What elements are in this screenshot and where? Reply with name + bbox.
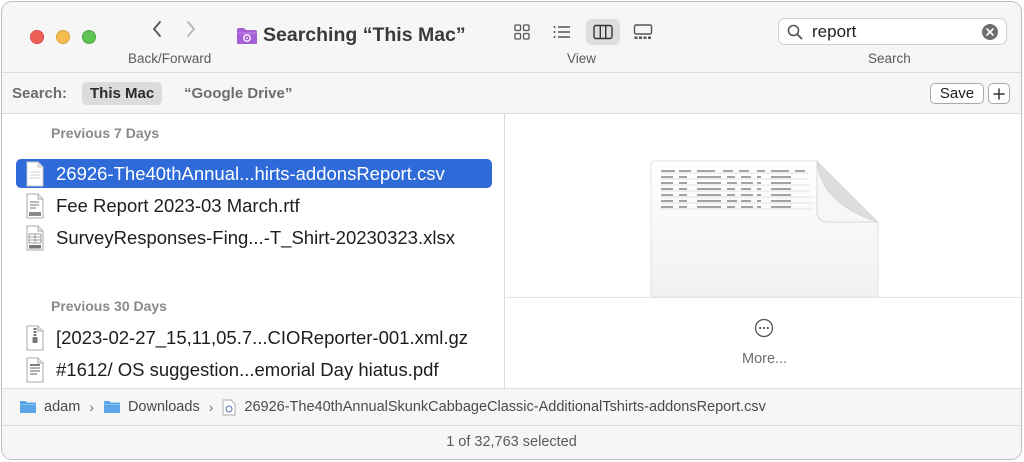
search-scope-bar: Search: This Mac “Google Drive” Save bbox=[2, 73, 1021, 114]
close-window-button[interactable] bbox=[30, 30, 44, 44]
status-bar: 1 of 32,763 selected bbox=[2, 426, 1021, 459]
toolbar: Back/Forward Searching “This Mac” View r… bbox=[2, 2, 1021, 73]
scope-this-mac-button[interactable]: This Mac bbox=[82, 82, 163, 105]
crumb-label: adam bbox=[44, 399, 81, 415]
file-name: SurveyResponses-Fing...-T_Shirt-20230323… bbox=[56, 226, 455, 248]
xlsx-document-icon bbox=[26, 225, 44, 250]
scope-google-drive-button[interactable]: “Google Drive” bbox=[176, 82, 300, 105]
more-button-label[interactable]: More... bbox=[742, 351, 787, 367]
search-results-list: Previous 7 Days 26926-The40thAnnual...hi… bbox=[2, 114, 505, 388]
plus-icon bbox=[993, 87, 1005, 100]
back-button[interactable] bbox=[146, 18, 168, 40]
chevron-left-icon bbox=[153, 21, 161, 37]
preview-pane: More... bbox=[506, 114, 1021, 388]
folder-icon bbox=[103, 401, 120, 413]
smart-folder-icon bbox=[237, 27, 257, 44]
archive-document-icon bbox=[26, 325, 44, 350]
list-item[interactable]: 26926-The40thAnnual...hirts-addonsReport… bbox=[16, 159, 492, 188]
rtf-document-icon bbox=[26, 193, 44, 218]
list-item[interactable]: Fee Report 2023-03 March.rtf bbox=[16, 191, 492, 220]
add-criteria-button[interactable] bbox=[988, 83, 1010, 104]
file-name: Fee Report 2023-03 March.rtf bbox=[56, 194, 300, 216]
scope-label: Search: bbox=[12, 85, 68, 102]
section-header: Previous 7 Days bbox=[51, 125, 160, 141]
csv-document-icon bbox=[26, 161, 44, 186]
list-item[interactable]: [2023-02-27_15,11,05.7...CIOReporter-001… bbox=[16, 323, 492, 352]
section-header: Previous 30 Days bbox=[51, 298, 167, 314]
column-view-button[interactable] bbox=[586, 19, 620, 45]
chevron-right-icon: › bbox=[208, 399, 214, 415]
search-field[interactable] bbox=[778, 18, 1007, 45]
path-bar: adam › Downloads › 26926-The40thAnnualSk… bbox=[2, 388, 1021, 426]
search-label: Search bbox=[868, 51, 911, 66]
icon-view-button[interactable] bbox=[505, 19, 539, 45]
icon-grid-icon bbox=[514, 24, 530, 40]
gallery-view-button[interactable] bbox=[626, 19, 660, 45]
chevron-right-icon bbox=[187, 21, 195, 37]
list-item[interactable]: #1612/ OS suggestion...emorial Day hiatu… bbox=[16, 355, 492, 384]
columns-icon bbox=[593, 24, 613, 40]
close-icon bbox=[986, 28, 994, 36]
gallery-icon bbox=[633, 24, 653, 39]
path-crumb-home[interactable]: adam bbox=[19, 399, 80, 415]
forward-button[interactable] bbox=[180, 18, 202, 40]
pdf-document-icon bbox=[26, 357, 44, 382]
path-crumb-file[interactable]: 26926-The40thAnnualSkunkCabbageClassic-A… bbox=[222, 399, 766, 416]
save-search-button[interactable]: Save bbox=[930, 83, 984, 104]
back-forward-label: Back/Forward bbox=[128, 51, 212, 66]
preview-divider bbox=[506, 297, 1021, 298]
chevron-right-icon: › bbox=[89, 399, 94, 415]
zoom-window-button[interactable] bbox=[82, 30, 96, 44]
magnifier-icon bbox=[787, 24, 803, 40]
crumb-label: Downloads bbox=[127, 399, 200, 415]
list-lines-icon bbox=[553, 26, 570, 38]
search-input[interactable] bbox=[812, 21, 972, 43]
view-label: View bbox=[567, 51, 597, 66]
path-crumb-downloads[interactable]: Downloads bbox=[103, 399, 200, 415]
clear-search-button[interactable] bbox=[982, 24, 998, 40]
finder-window: Back/Forward Searching “This Mac” View r… bbox=[1, 1, 1022, 460]
list-view-button[interactable] bbox=[545, 19, 579, 45]
crumb-label: 26926-The40thAnnualSkunkCabbageClassic-A… bbox=[244, 399, 766, 415]
folder-icon bbox=[20, 401, 36, 413]
window-title: Searching “This Mac” bbox=[236, 24, 466, 47]
csv-document-icon bbox=[222, 399, 236, 415]
file-preview-thumbnail bbox=[650, 160, 879, 297]
minimize-window-button[interactable] bbox=[56, 30, 70, 44]
more-options-icon[interactable] bbox=[754, 318, 774, 338]
window-title-text: Searching “This Mac” bbox=[263, 24, 466, 46]
file-name: 26926-The40thAnnual...hirts-addonsReport… bbox=[56, 162, 445, 184]
list-item[interactable]: SurveyResponses-Fing...-T_Shirt-20230323… bbox=[16, 223, 492, 252]
file-name: [2023-02-27_15,11,05.7...CIOReporter-001… bbox=[56, 326, 469, 348]
file-name: #1612/ OS suggestion...emorial Day hiatu… bbox=[56, 358, 439, 380]
